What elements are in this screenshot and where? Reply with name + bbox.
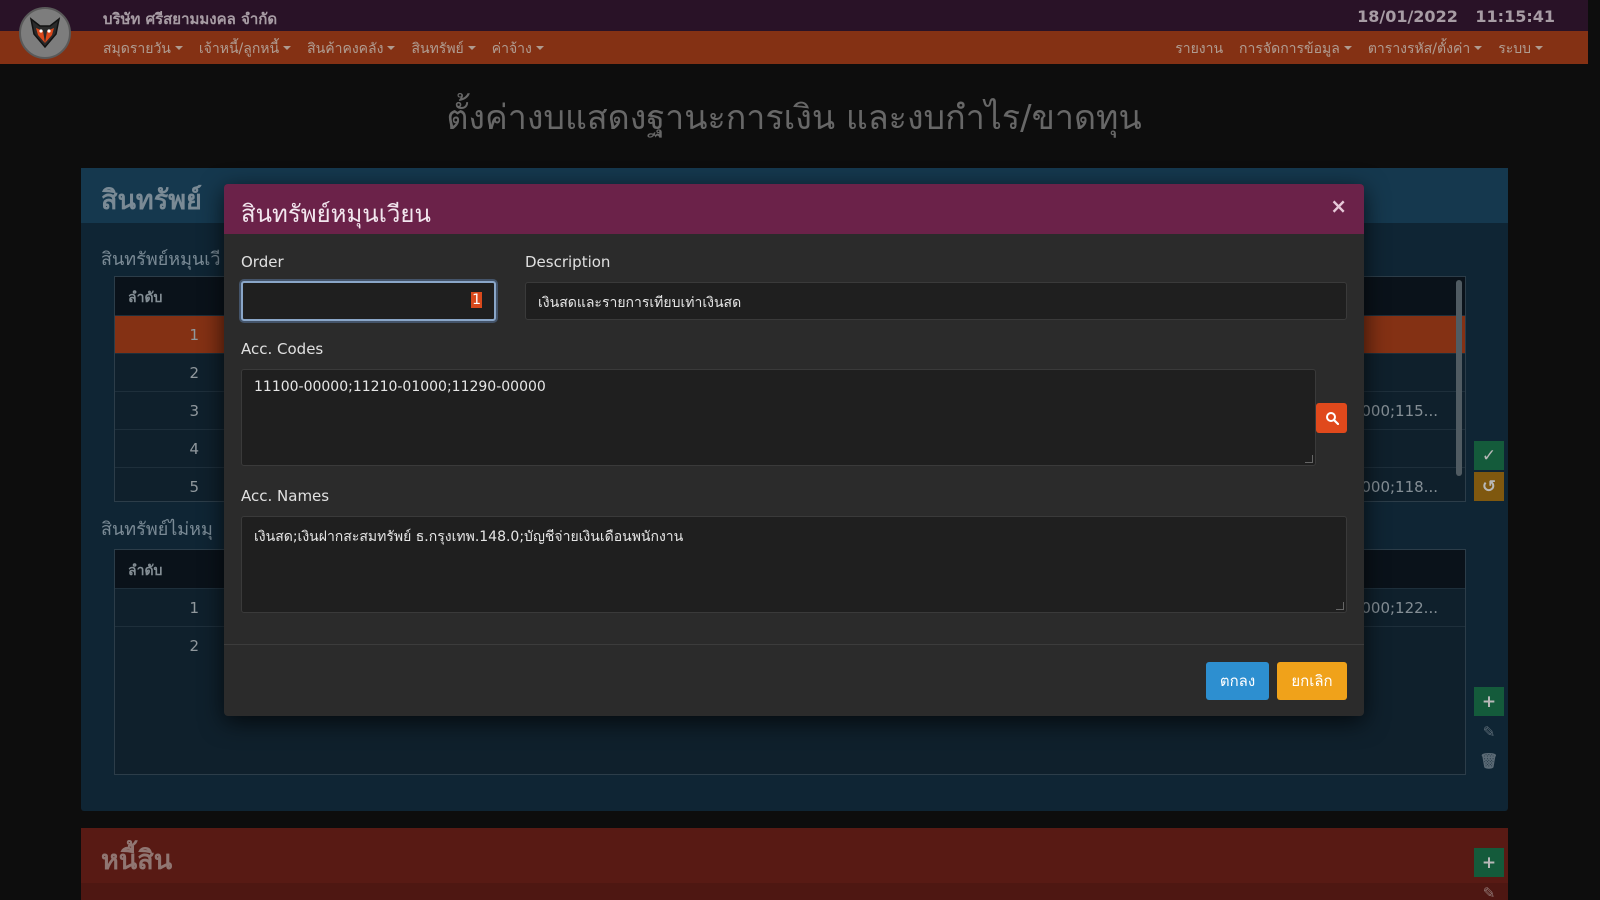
description-label: Description [525, 253, 611, 271]
acc-names-value: เงินสด;เงินฝากสะสมทรัพย์ ธ.กรุงเทพ.148.0… [254, 529, 684, 545]
close-icon[interactable]: × [1330, 194, 1347, 218]
acc-names-textarea[interactable]: เงินสด;เงินฝากสะสมทรัพย์ ธ.กรุงเทพ.148.0… [241, 516, 1347, 613]
description-input[interactable]: เงินสดและรายการเทียบเท่าเงินสด [525, 282, 1347, 320]
acc-codes-textarea[interactable]: 11100-00000;11210-01000;11290-00000 [241, 369, 1316, 466]
order-label: Order [241, 253, 284, 271]
order-input[interactable]: 1 [241, 281, 496, 321]
dialog-footer [224, 644, 1364, 645]
dialog-title: สินทรัพย์หมุนเวียน [241, 200, 431, 228]
dialog-header: สินทรัพย์หมุนเวียน × [224, 184, 1364, 234]
resize-handle[interactable] [1305, 455, 1313, 463]
acc-names-label: Acc. Names [241, 487, 330, 505]
fox-logo-icon[interactable] [19, 7, 71, 59]
acc-codes-label: Acc. Codes [241, 340, 324, 358]
edit-dialog: สินทรัพย์หมุนเวียน × Order 1 Description… [224, 184, 1364, 716]
order-value: 1 [471, 292, 482, 308]
resize-handle[interactable] [1336, 602, 1344, 610]
acc-codes-value: 11100-00000;11210-01000;11290-00000 [254, 379, 546, 395]
search-icon [1325, 412, 1339, 425]
search-acc-codes-button[interactable] [1316, 403, 1347, 433]
ok-button[interactable]: ตกลง [1206, 662, 1269, 700]
cancel-button[interactable]: ยกเลิก [1277, 662, 1347, 700]
